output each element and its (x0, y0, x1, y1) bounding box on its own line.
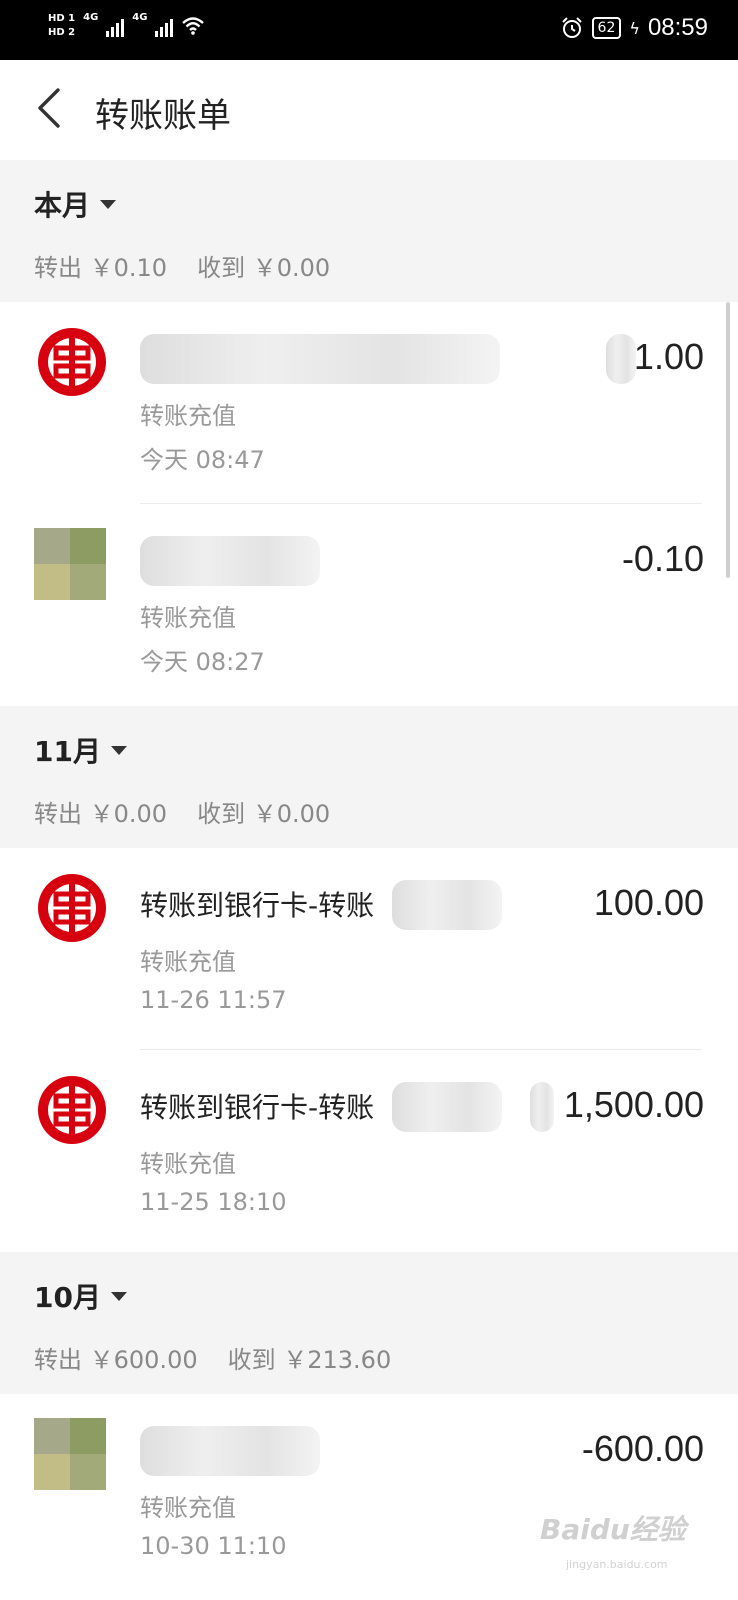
hd1-label: HD 1 (48, 13, 76, 24)
redacted-name (392, 1082, 502, 1132)
summary-out: 转出 ￥0.00 (34, 800, 168, 828)
transaction-category: 转账充值 (140, 604, 236, 632)
watermark-url: jingyan.baidu.com (566, 1558, 668, 1571)
summary-in: 收到 ￥213.60 (227, 1346, 392, 1374)
page-title: 转账账单 (95, 96, 231, 136)
hd-indicator: HD 1 HD 2 (48, 12, 75, 40)
status-bar: HD 1 HD 2 4G 4G 62 ϟ 08:59 (0, 0, 738, 60)
transaction-amount: -600.00 (581, 1428, 704, 1469)
redacted-amount-prefix (530, 1082, 554, 1132)
month-section-header: 10月 转出 ￥600.00 收到 ￥213.60 (0, 1252, 738, 1394)
icbc-bank-logo-icon (38, 1076, 106, 1144)
transaction-amount: 1.00 (633, 336, 704, 377)
transaction-time: 11-26 11:57 (140, 986, 287, 1014)
status-right: 62 ϟ 08:59 (560, 14, 708, 42)
redacted-name (392, 880, 502, 930)
transaction-amount: 1,500.00 (563, 1084, 704, 1125)
caret-down-icon (100, 199, 117, 209)
month-label: 10月 (34, 1281, 101, 1314)
transaction-amount: -0.10 (621, 538, 704, 579)
network-type-2: 4G (132, 12, 148, 23)
transaction-time: 11-25 18:10 (140, 1188, 287, 1216)
app-bar: 转账账单 (0, 60, 738, 160)
month-label: 11月 (34, 735, 101, 768)
transaction-time: 今天 08:27 (140, 648, 265, 676)
hd2-label: HD 2 (48, 27, 76, 38)
month-section-header: 本月 转出 ￥0.10 收到 ￥0.00 (0, 160, 738, 302)
caret-down-icon (110, 745, 127, 755)
month-filter[interactable]: 本月 (34, 184, 117, 224)
summary-in: 收到 ￥0.00 (197, 800, 331, 828)
transaction-category: 转账充值 (140, 402, 236, 430)
month-section-header: 11月 转出 ￥0.00 收到 ￥0.00 (0, 706, 738, 848)
scrollbar[interactable] (726, 302, 730, 578)
month-filter[interactable]: 11月 (34, 730, 127, 770)
icbc-bank-logo-icon (38, 874, 106, 942)
redacted-name (140, 1426, 320, 1476)
caret-down-icon (110, 1291, 127, 1301)
transaction-row[interactable]: 1.00 转账充值 今天 08:47 (0, 302, 738, 504)
signal-icon-2 (155, 15, 174, 37)
transaction-category: 转账充值 (140, 1150, 236, 1178)
summary-in: 收到 ￥0.00 (197, 254, 331, 282)
month-summary: 转出 ￥0.00 收到 ￥0.00 (34, 794, 330, 829)
transaction-time: 今天 08:47 (140, 446, 265, 474)
summary-out: 转出 ￥600.00 (34, 1346, 198, 1374)
network-type-1: 4G (83, 12, 99, 23)
baidu-watermark: Baidu经验 (540, 1513, 686, 1546)
transaction-category: 转账充值 (140, 1494, 236, 1522)
transaction-row[interactable]: -0.10 转账充值 今天 08:27 (0, 504, 738, 706)
redacted-amount-prefix (606, 334, 636, 384)
month-summary: 转出 ￥600.00 收到 ￥213.60 (34, 1340, 391, 1375)
alarm-icon (561, 17, 582, 38)
transaction-row[interactable]: 转账到银行卡-转账 100.00 转账充值 11-26 11:57 (0, 848, 738, 1050)
transaction-name: 转账到银行卡-转账 (140, 889, 375, 922)
month-filter[interactable]: 10月 (34, 1276, 127, 1316)
user-photo-avatar (34, 1418, 106, 1490)
transaction-time: 10-30 11:10 (140, 1532, 287, 1560)
transaction-name: 转账到银行卡-转账 (140, 1091, 375, 1124)
transaction-amount: 100.00 (593, 882, 704, 923)
transaction-row[interactable]: 转账到银行卡-转账 1,500.00 转账充值 11-25 18:10 (0, 1050, 738, 1252)
icbc-bank-logo-icon (38, 328, 106, 396)
clock-time: 08:59 (647, 14, 708, 41)
transaction-category: 转账充值 (140, 948, 236, 976)
signal-icon (106, 15, 125, 37)
redacted-name (140, 334, 500, 384)
charging-icon: ϟ (629, 18, 640, 38)
battery-icon: 62 (591, 17, 622, 39)
user-photo-avatar (34, 528, 106, 600)
chevron-left-icon[interactable] (34, 86, 64, 130)
wifi-icon (182, 17, 205, 35)
month-summary: 转出 ￥0.10 收到 ￥0.00 (34, 248, 330, 283)
summary-out: 转出 ￥0.10 (34, 254, 168, 282)
status-left: HD 1 HD 2 4G 4G (48, 12, 205, 40)
redacted-name (140, 536, 320, 586)
month-label: 本月 (34, 189, 91, 222)
